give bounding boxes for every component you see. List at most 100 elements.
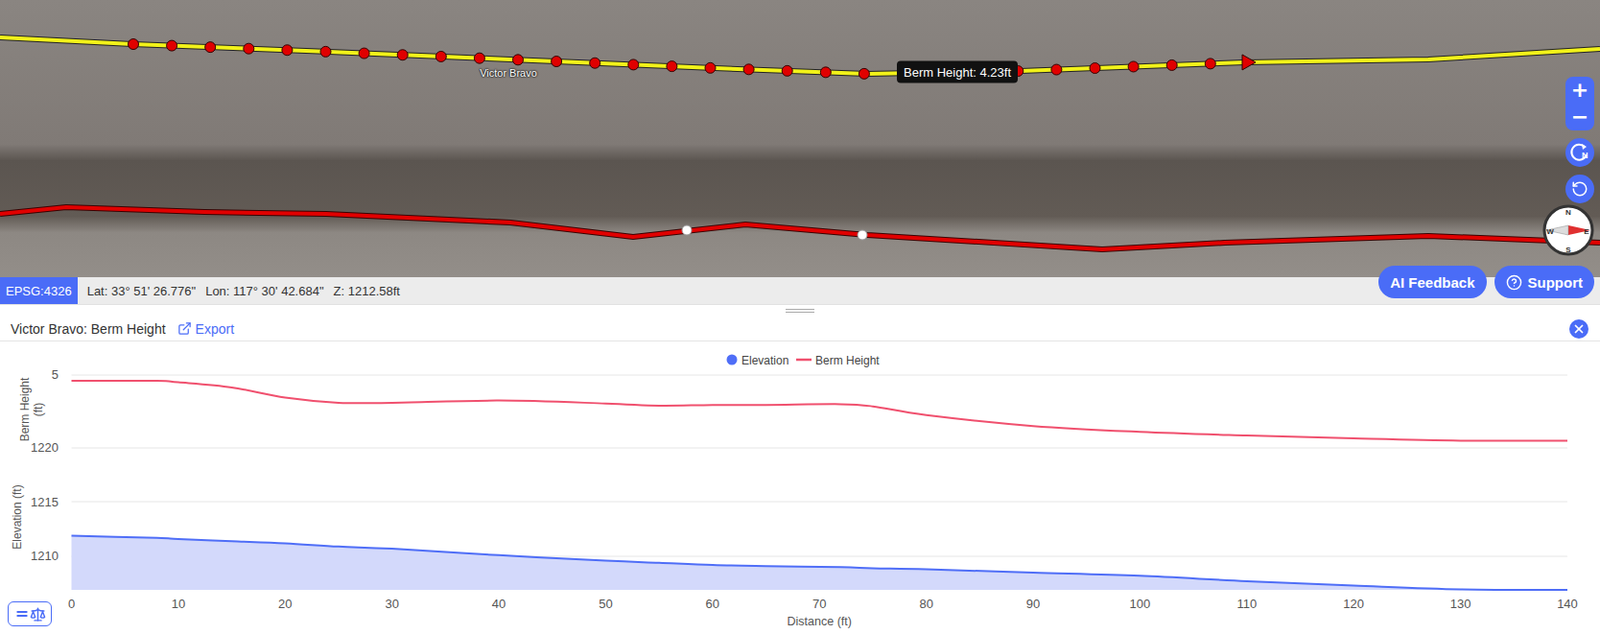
elevation-line[interactable] (71, 536, 1569, 591)
legend-line-icon (796, 358, 812, 362)
longitude: Lon: 117° 30' 42.684" (205, 277, 324, 305)
x-axis-tick: 130 (1450, 596, 1472, 612)
sample-point[interactable] (1128, 61, 1139, 72)
x-axis-tick: 140 (1556, 596, 1578, 612)
x-axis-tick: 20 (278, 596, 292, 612)
toe-line[interactable] (0, 37, 1600, 74)
sample-point[interactable] (551, 56, 563, 68)
compass-label: N (1565, 208, 1572, 217)
ai-feedback-button[interactable]: AI Feedback (1378, 265, 1486, 299)
support-button[interactable]: Support (1494, 265, 1596, 299)
sample-point[interactable] (513, 54, 524, 66)
legend-label[interactable]: Elevation (741, 353, 789, 368)
map-tooltip: Berm Height: 4.23ft (896, 61, 1018, 84)
zoom-control: +− (1565, 76, 1595, 131)
sample-point[interactable] (128, 39, 140, 50)
zoom-out-button[interactable]: − (1565, 103, 1595, 131)
sample-point[interactable] (243, 43, 255, 54)
export-icon (177, 321, 192, 336)
sample-point[interactable] (473, 52, 485, 64)
x-axis-tick: 80 (918, 596, 933, 612)
sample-point[interactable] (781, 65, 793, 76)
x-axis-tick: 110 (1236, 596, 1257, 612)
x-axis-tick: 10 (171, 596, 186, 612)
berm-height-line[interactable] (71, 380, 1569, 442)
rotate-north-button[interactable]: N (1565, 138, 1595, 167)
toe-line-fill (0, 37, 1600, 74)
elevation-readout: Z: 1212.58ft (333, 277, 400, 305)
grid-line (71, 501, 1569, 503)
legend-label[interactable]: Berm Height (815, 353, 880, 368)
sample-point[interactable] (589, 57, 601, 69)
berm-crest-line[interactable] (0, 207, 1600, 250)
sample-point[interactable] (166, 40, 178, 51)
x-axis-title: Distance (ft) (787, 614, 852, 629)
elevation-axis-tick: 1210 (30, 548, 59, 564)
sample-point[interactable] (282, 45, 293, 56)
menu-icon (14, 606, 30, 622)
map[interactable]: Victor BravoBerm Height: 4.23ft+−NNESWAI… (0, 0, 1600, 278)
sample-point[interactable] (820, 67, 831, 78)
direction-arrow-icon (1242, 54, 1256, 71)
scale-icon (29, 606, 47, 623)
sample-point[interactable] (858, 68, 870, 79)
sample-point[interactable] (743, 64, 754, 75)
coordinate-bar: EPSG:4326Lat: 33° 51' 26.776"Lon: 117° 3… (0, 277, 1600, 305)
sample-point[interactable] (358, 47, 370, 59)
profile-panel: Victor Bravo: Berm Height Export Elevation… (0, 304, 1600, 634)
sample-point[interactable] (1204, 58, 1216, 70)
sample-point[interactable] (705, 62, 716, 73)
help-icon (1505, 274, 1523, 291)
elevation-area (71, 536, 1569, 591)
x-axis-tick: 90 (1026, 596, 1040, 612)
panel-title: Victor Bravo: Berm Height (10, 321, 166, 337)
x-axis-tick: 120 (1342, 596, 1365, 612)
close-button[interactable] (1569, 319, 1589, 339)
profile-chart[interactable]: Elevation Berm Height 5 1220 1215 1210 Berm He… (0, 341, 1600, 634)
chart-tools-button[interactable] (7, 601, 52, 627)
map-overlay[interactable] (0, 0, 1600, 278)
app: Victor Bravo Berm Height: 4.23ft +− N N E S W AI… (0, 0, 1600, 634)
elevation-axis-tick: 1215 (30, 494, 59, 510)
help-buttons: AI FeedbackSupport (1378, 265, 1595, 299)
compass[interactable]: N E S W (1542, 204, 1595, 257)
resize-handle[interactable] (0, 304, 1600, 317)
x-axis-tick: 70 (812, 596, 826, 612)
vertex-handle[interactable] (682, 225, 692, 236)
grid-line (71, 375, 1569, 377)
compass-label: E (1583, 227, 1590, 236)
rotate-north-icon: N (1569, 141, 1591, 164)
grid-line (71, 447, 1569, 449)
panel-header: Victor Bravo: Berm Height Export (0, 316, 1600, 342)
export-link[interactable]: Export (177, 321, 235, 337)
zoom-in-button[interactable]: + (1565, 76, 1595, 104)
rotate-view-button[interactable] (1565, 174, 1595, 204)
sample-point[interactable] (320, 46, 331, 57)
berm-axis-tick: 5 (51, 367, 59, 382)
chart-legend: Elevation Berm Height (727, 353, 881, 368)
sample-point[interactable] (1166, 59, 1177, 71)
close-icon (1572, 322, 1586, 336)
compass-label: S (1565, 245, 1572, 255)
handle-line (785, 308, 815, 310)
x-axis-tick: 30 (384, 596, 399, 612)
sample-point[interactable] (435, 50, 447, 62)
sample-point[interactable] (397, 49, 408, 61)
vertex-handle[interactable] (857, 230, 868, 240)
sample-point[interactable] (666, 61, 678, 72)
x-axis-tick: 60 (705, 596, 720, 612)
x-axis-tick: 0 (68, 596, 75, 612)
sample-point[interactable] (628, 59, 639, 71)
x-axis-tick: 40 (492, 596, 506, 612)
sample-point[interactable] (1051, 64, 1062, 75)
compass-label: W (1546, 227, 1554, 236)
sample-point[interactable] (1089, 63, 1101, 74)
layer-label: Victor Bravo (479, 67, 538, 79)
elevation-axis-title: Elevation (ft) (10, 484, 24, 549)
legend-dot-icon (727, 354, 738, 366)
crs-badge[interactable]: EPSG:4326 (0, 277, 78, 305)
sample-point[interactable] (205, 42, 216, 53)
berm-crest-line-fill (0, 207, 1600, 250)
berm-axis-title: Berm Height(ft) (18, 376, 46, 442)
elevation-axis-tick: 1220 (30, 440, 59, 455)
